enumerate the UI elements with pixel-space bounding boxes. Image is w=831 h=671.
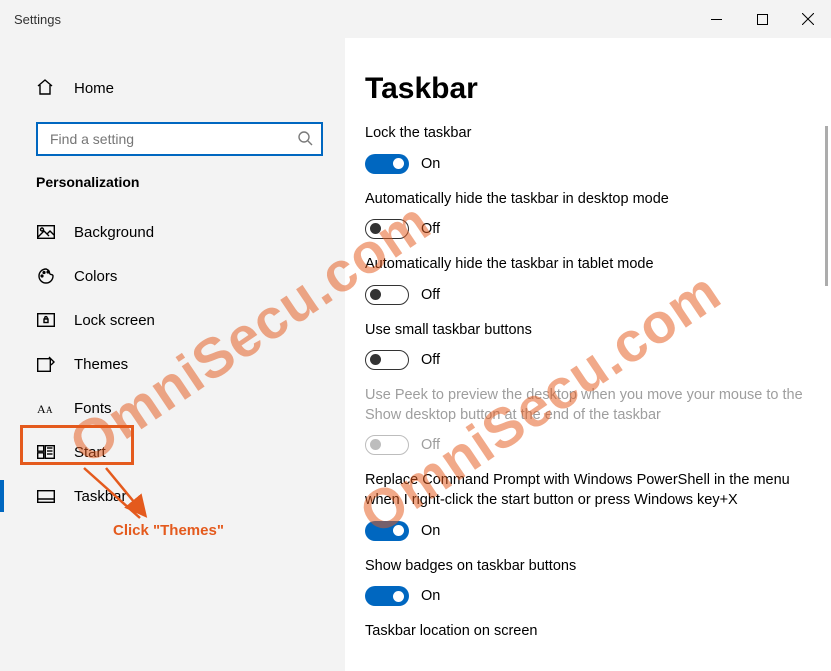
home-label: Home [74, 80, 114, 97]
nav-item-taskbar[interactable]: Taskbar [0, 474, 345, 518]
palette-icon [36, 266, 56, 286]
nav-item-lock-screen[interactable]: Lock screen [0, 298, 345, 342]
svg-text:A: A [37, 402, 46, 416]
annotation-text: Click "Themes" [113, 522, 224, 539]
search-field[interactable] [48, 130, 297, 148]
nav-list: Background Colors Lock screen [0, 210, 345, 518]
home-button[interactable]: Home [0, 68, 345, 108]
setting-label: Use Peek to preview the desktop when you… [365, 386, 811, 425]
toggle-lock-taskbar[interactable] [365, 154, 409, 174]
page-title: Taskbar [365, 72, 811, 106]
setting-badges: Show badges on taskbar buttons On [365, 557, 811, 607]
toggle-state: Off [421, 352, 440, 368]
nav-label: Fonts [74, 400, 112, 417]
nav-label: Themes [74, 356, 128, 373]
setting-label: Taskbar location on screen [365, 622, 811, 642]
nav-label: Colors [74, 268, 117, 285]
nav-label: Lock screen [74, 312, 155, 329]
toggle-powershell[interactable] [365, 521, 409, 541]
setting-label: Replace Command Prompt with Windows Powe… [365, 471, 811, 510]
setting-label: Automatically hide the taskbar in deskto… [365, 190, 811, 210]
nav-item-fonts[interactable]: AA Fonts [0, 386, 345, 430]
setting-label: Show badges on taskbar buttons [365, 557, 811, 577]
titlebar: Settings [0, 0, 831, 38]
nav-item-background[interactable]: Background [0, 210, 345, 254]
nav-item-start[interactable]: Start [0, 430, 345, 474]
svg-text:A: A [46, 405, 53, 415]
sidebar: Home Personalization Background [0, 38, 345, 671]
toggle-state: Off [421, 437, 440, 453]
toggle-peek-preview [365, 435, 409, 455]
toggle-state: Off [421, 287, 440, 303]
nav-label: Start [74, 444, 106, 461]
setting-small-buttons: Use small taskbar buttons Off [365, 321, 811, 371]
scrollbar[interactable] [825, 126, 828, 286]
setting-lock-taskbar: Lock the taskbar On [365, 124, 811, 174]
start-icon [36, 442, 56, 462]
setting-autohide-tablet: Automatically hide the taskbar in tablet… [365, 255, 811, 305]
nav-item-themes[interactable]: Themes [0, 342, 345, 386]
main-panel: Taskbar Lock the taskbar On Automaticall… [345, 38, 831, 671]
maximize-button[interactable] [739, 0, 785, 38]
setting-label: Lock the taskbar [365, 124, 811, 144]
lock-screen-icon [36, 310, 56, 330]
toggle-autohide-tablet[interactable] [365, 285, 409, 305]
toggle-badges[interactable] [365, 586, 409, 606]
fonts-icon: AA [36, 398, 56, 418]
taskbar-icon [36, 486, 56, 506]
section-title: Personalization [0, 174, 345, 190]
picture-icon [36, 222, 56, 242]
minimize-button[interactable] [693, 0, 739, 38]
home-icon [36, 78, 56, 98]
settings-window: Settings Home [0, 0, 831, 671]
search-input[interactable] [36, 122, 323, 156]
search-icon [297, 130, 313, 149]
themes-icon [36, 354, 56, 374]
nav-label: Taskbar [74, 488, 127, 505]
nav-label: Background [74, 224, 154, 241]
setting-label: Automatically hide the taskbar in tablet… [365, 255, 811, 275]
setting-powershell: Replace Command Prompt with Windows Powe… [365, 471, 811, 540]
toggle-state: Off [421, 221, 440, 237]
toggle-state: On [421, 588, 440, 604]
setting-peek-preview: Use Peek to preview the desktop when you… [365, 386, 811, 455]
window-title: Settings [14, 12, 61, 27]
close-button[interactable] [785, 0, 831, 38]
toggle-state: On [421, 156, 440, 172]
toggle-small-buttons[interactable] [365, 350, 409, 370]
setting-label: Use small taskbar buttons [365, 321, 811, 341]
nav-item-colors[interactable]: Colors [0, 254, 345, 298]
toggle-autohide-desktop[interactable] [365, 219, 409, 239]
setting-autohide-desktop: Automatically hide the taskbar in deskto… [365, 190, 811, 240]
setting-taskbar-location: Taskbar location on screen [365, 622, 811, 642]
toggle-state: On [421, 523, 440, 539]
